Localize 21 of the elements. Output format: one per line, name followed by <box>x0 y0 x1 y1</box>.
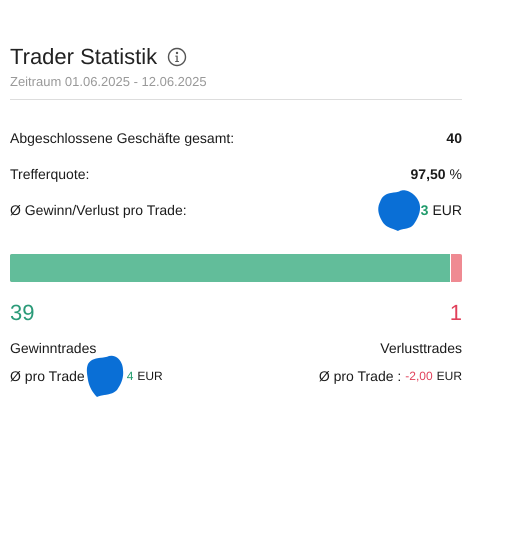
stat-label: Ø Gewinn/Verlust pro Trade: <box>10 202 187 218</box>
stat-value: 3 <box>420 202 428 218</box>
average-value: -2,00 <box>405 369 433 383</box>
unit-label: % <box>450 166 462 182</box>
average-label: Ø pro Trade : <box>318 368 402 384</box>
stat-value: 40 <box>446 130 462 146</box>
unit-label: EUR <box>137 369 163 383</box>
trade-count: 1 <box>450 300 462 326</box>
unit-label: EUR <box>432 202 462 218</box>
panel-title: Trader Statistik <box>10 44 158 70</box>
stat-label: Trefferquote: <box>10 166 90 182</box>
stat-label: Abgeschlossene Geschäfte gesamt: <box>10 130 234 146</box>
trade-type-label: Verlusttrades <box>380 340 462 356</box>
info-icon[interactable] <box>167 47 188 67</box>
period-text: Zeitraum 01.06.2025 - 12.06.2025 <box>10 74 208 89</box>
trade-type-label: Gewinntrades <box>10 340 98 356</box>
trade-count: 39 <box>10 300 36 326</box>
average-label: Ø pro Trade <box>10 368 85 384</box>
unit-label: EUR <box>436 369 462 383</box>
average-value: 4 <box>126 369 134 383</box>
stat-value: 97,50 <box>410 166 446 182</box>
